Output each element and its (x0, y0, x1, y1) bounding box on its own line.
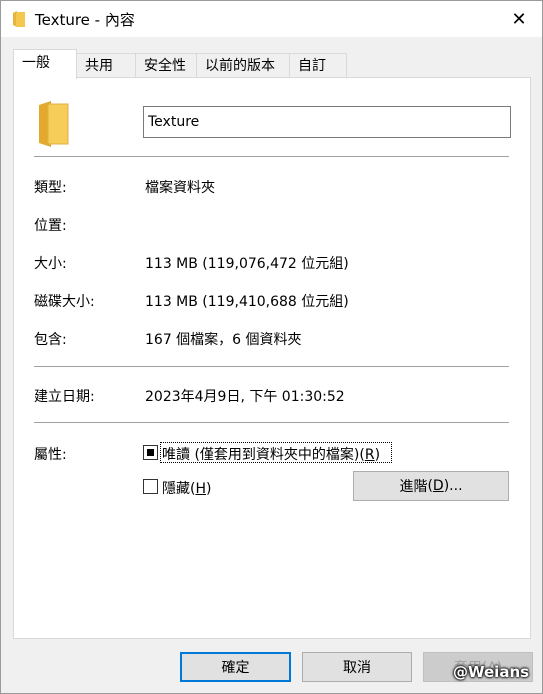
type-label: 類型: (34, 180, 67, 196)
disk-size-value: 113 MB (119,410,688 位元組) (145, 294, 349, 310)
ok-button[interactable]: 確定 (180, 652, 291, 682)
title-bar[interactable]: Texture - 內容 ✕ (1, 1, 542, 37)
location-label: 位置: (34, 218, 67, 234)
tab-sharing[interactable]: 共用 (76, 53, 136, 79)
divider (34, 156, 509, 157)
size-label: 大小: (34, 256, 67, 272)
hidden-label[interactable]: 隱藏(H) (162, 478, 211, 498)
tab-general[interactable]: 一般 (13, 49, 77, 79)
created-value: 2023年4月9日, 下午 01:30:52 (145, 389, 345, 405)
divider (34, 422, 509, 423)
folder-icon (13, 11, 25, 27)
contains-label: 包含: (34, 332, 67, 348)
folder-name-input[interactable] (143, 106, 511, 138)
contains-value: 167 個檔案，6 個資料夾 (145, 332, 302, 348)
tab-customize[interactable]: 自訂 (289, 53, 347, 79)
advanced-button[interactable]: 進階(D)... (353, 471, 509, 501)
size-value: 113 MB (119,076,472 位元組) (145, 256, 349, 272)
close-button[interactable]: ✕ (496, 1, 542, 37)
watermark-text: @Weians (453, 663, 530, 681)
window-title: Texture - 內容 (35, 11, 135, 29)
tab-security[interactable]: 安全性 (135, 53, 197, 79)
disk-size-label: 磁碟大小: (34, 294, 95, 310)
tab-previous-versions[interactable]: 以前的版本 (196, 53, 290, 79)
divider (34, 366, 509, 367)
type-value: 檔案資料夾 (145, 180, 215, 196)
indeterminate-mark (147, 449, 154, 456)
readonly-label[interactable]: 唯讀 (僅套用到資料夾中的檔案)(R) (162, 444, 380, 464)
created-label: 建立日期: (34, 389, 95, 405)
properties-dialog: Texture - 內容 ✕ 一般 共用 安全性 以前的版本 自訂 類型: 檔案… (0, 0, 543, 694)
folder-icon (39, 101, 69, 147)
readonly-checkbox[interactable] (143, 445, 158, 460)
cancel-button[interactable]: 取消 (302, 652, 412, 682)
hidden-checkbox[interactable] (143, 479, 158, 494)
general-panel (13, 77, 531, 639)
close-icon: ✕ (511, 8, 527, 30)
attributes-label: 屬性: (34, 447, 67, 463)
